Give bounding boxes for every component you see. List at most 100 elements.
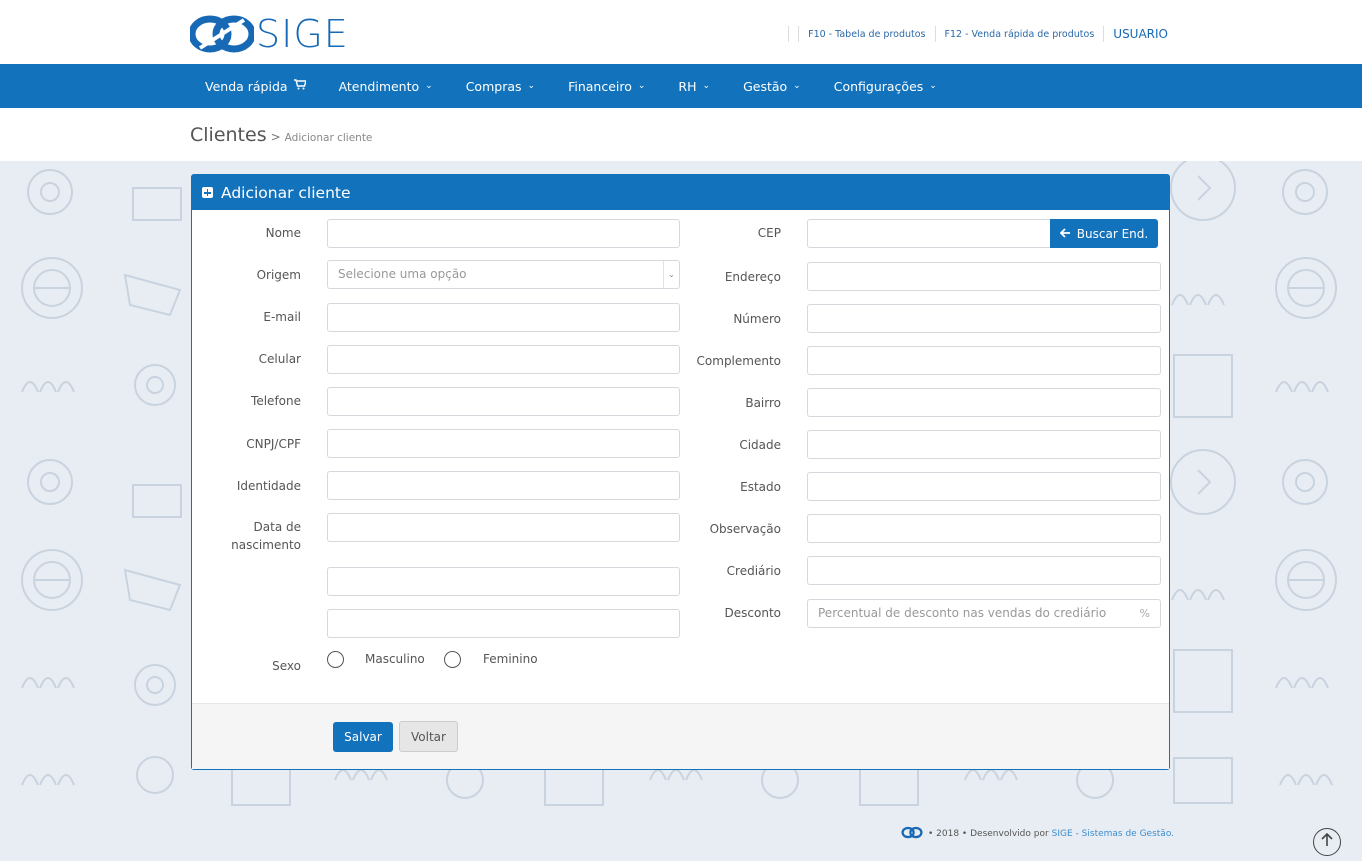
complemento-label: Complemento [696,354,781,368]
nome-label: Nome [265,226,301,240]
data-nascimento-input[interactable] [327,513,680,542]
sige-logo[interactable]: SIGE [188,12,360,56]
origem-label: Origem [256,268,301,282]
panel-title: Adicionar cliente [221,183,351,202]
chevron-down-icon: ⌄ [425,81,433,91]
divider [798,26,800,42]
celular-label: Celular [258,352,301,366]
shortcut-f10-link[interactable]: F10 - Tabela de produtos [808,29,925,40]
nav-menu: Venda rápida Atendimento ⌄ Compras ⌄ Fin… [205,64,970,108]
data-nascimento-label-line2: nascimento [231,538,301,552]
cep-input[interactable] [807,219,1051,248]
estado-input[interactable] [807,472,1161,501]
buscar-endereco-button[interactable]: Buscar End. [1050,219,1158,248]
page-footer: • 2018 • Desenvolvido por SIGE - Sistema… [900,826,1174,842]
nav-item-rh[interactable]: RH ⌄ [678,79,710,94]
nav-item-label: Compras [465,78,522,94]
feminino-radio[interactable] [444,651,461,668]
origem-select-placeholder: Selecione uma opção [338,267,467,281]
desconto-placeholder: Percentual de desconto nas vendas do cre… [818,606,1107,620]
nav-item-gestao[interactable]: Gestão ⌄ [743,79,801,94]
bairro-input[interactable] [807,388,1161,417]
breadcrumb-bar: Clientes > Adicionar cliente [0,108,1362,161]
cep-label: CEP [757,226,781,240]
celular-input[interactable] [327,345,680,374]
breadcrumb-separator: > [270,130,281,144]
endereco-label: Endereço [724,270,781,284]
footer-text: • 2018 • Desenvolvido por [928,829,1049,839]
divider [788,26,790,42]
save-button[interactable]: Salvar [333,722,393,752]
sexo-label: Sexo [272,659,301,673]
crediario-input[interactable] [807,556,1161,585]
nome-input[interactable] [327,219,680,248]
top-bar: SIGE F10 - Tabela de produtos F12 - Vend… [0,0,1362,64]
bairro-label: Bairro [745,396,781,410]
divider [934,26,936,42]
identidade-label: Identidade [236,479,301,493]
nav-item-label: Atendimento [338,78,420,94]
arrow-up-icon [1321,832,1333,851]
nav-item-label: Financeiro [568,78,632,94]
breadcrumb-current: Adicionar cliente [284,132,373,144]
breadcrumb-title-link[interactable]: Clientes [190,124,267,146]
estado-label: Estado [740,480,781,494]
cnpj-cpf-input[interactable] [327,429,680,458]
user-menu[interactable]: USUARIO [1113,27,1168,41]
email-label: E-mail [263,310,301,324]
masculino-radio[interactable] [327,651,344,668]
crediario-label: Crediário [726,564,781,578]
cidade-label: Cidade [739,438,781,452]
arrow-left-icon [1059,227,1071,241]
logo-text: SIGE [256,12,349,56]
chevron-down-icon: ⌄ [637,81,646,91]
nav-item-label: RH [678,78,697,94]
numero-input[interactable] [807,304,1161,333]
shortcut-f12-link[interactable]: F12 - Venda rápida de produtos [945,29,1095,40]
extra-input-1[interactable] [327,567,680,596]
footer-sige-link[interactable]: SIGE - Sistemas de Gestão. [1052,829,1174,839]
telefone-label: Telefone [251,394,301,408]
desconto-label: Desconto [724,606,781,620]
origem-select[interactable]: Selecione uma opção ⌄ [327,260,680,289]
panel-header: Adicionar cliente [192,175,1169,210]
buscar-endereco-label: Buscar End. [1076,226,1149,241]
cart-icon [293,79,307,93]
chevron-down-icon: ⌄ [702,81,711,91]
nav-item-atendimento[interactable]: Atendimento ⌄ [339,79,433,94]
email-input[interactable] [327,303,680,332]
breadcrumb: Clientes > Adicionar cliente [190,124,372,146]
feminino-label[interactable]: Feminino [483,652,538,666]
percent-addon: % [1139,607,1150,620]
sige-mini-logo-icon [900,826,924,842]
complemento-input[interactable] [807,346,1161,375]
plus-square-icon [202,187,213,198]
divider [1103,26,1105,42]
masculino-label[interactable]: Masculino [365,652,425,666]
identidade-input[interactable] [327,471,680,500]
extra-input-2[interactable] [327,609,680,638]
telefone-input[interactable] [327,387,680,416]
observacao-label: Observação [709,522,781,536]
nav-item-configuracoes[interactable]: Configurações ⌄ [834,79,937,94]
nav-item-venda-rapida[interactable]: Venda rápida [205,78,307,94]
header-shortcuts: F10 - Tabela de produtos F12 - Venda ráp… [779,24,1168,44]
chevron-down-icon: ⌄ [929,81,937,91]
desconto-input[interactable]: Percentual de desconto nas vendas do cre… [807,599,1161,628]
scroll-to-top-button[interactable] [1313,828,1341,856]
nav-item-label: Venda rápida [205,78,288,94]
main-navbar: Venda rápida Atendimento ⌄ Compras ⌄ Fin… [0,64,1362,108]
chevron-down-icon: ⌄ [527,81,536,91]
nav-item-label: Gestão [743,78,788,94]
cnpj-cpf-label: CNPJ/CPF [246,437,301,451]
nav-item-compras[interactable]: Compras ⌄ [466,79,535,94]
endereco-input[interactable] [807,262,1161,291]
numero-label: Número [733,312,781,326]
nav-item-financeiro[interactable]: Financeiro ⌄ [568,79,645,94]
chevron-down-icon: ⌄ [793,81,801,91]
cidade-input[interactable] [807,430,1161,459]
nav-item-label: Configurações [833,78,924,94]
back-button[interactable]: Voltar [399,721,458,752]
observacao-input[interactable] [807,514,1161,543]
chevron-down-icon: ⌄ [663,261,679,288]
